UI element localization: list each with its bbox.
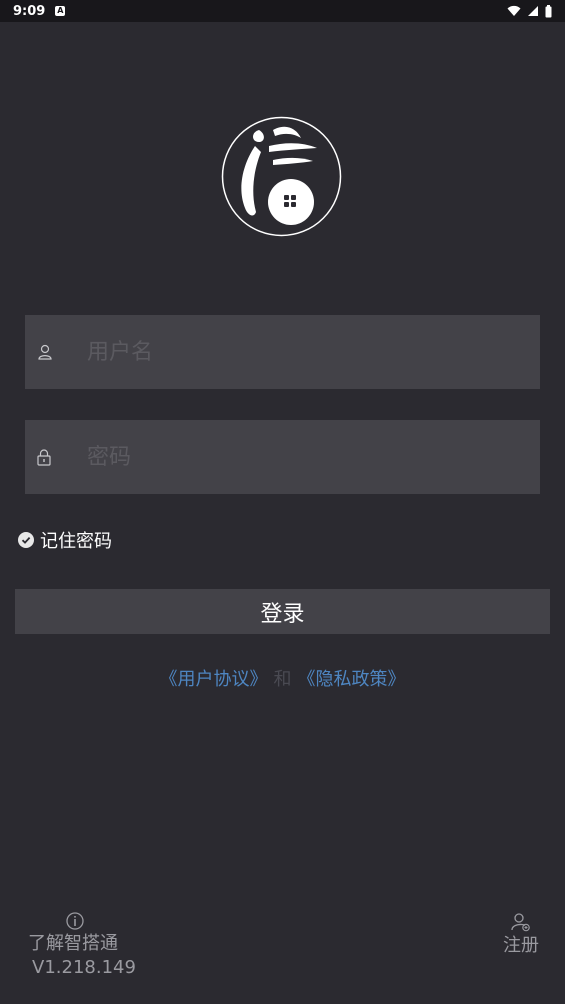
status-time: 9:09: [13, 3, 46, 19]
wifi-icon: [507, 5, 521, 16]
app-version: V1.218.149: [32, 957, 136, 978]
user-agreement-link[interactable]: 《用户协议》: [160, 669, 268, 690]
user-icon-wrap: [37, 344, 77, 360]
check-circle-icon[interactable]: [18, 532, 34, 548]
status-icons: [507, 4, 552, 18]
remember-password-checkbox[interactable]: 记住密码: [18, 527, 112, 553]
status-bar: 9:09 A: [0, 0, 565, 22]
app-logo: [221, 116, 342, 237]
privacy-policy-link[interactable]: 《隐私政策》: [298, 669, 406, 690]
notification-icon: A: [55, 6, 66, 16]
username-input[interactable]: [77, 315, 540, 389]
about-app-label: 了解智搭通: [28, 933, 118, 954]
remember-password-label: 记住密码: [40, 531, 112, 552]
login-screen: 9:09 A 用户名 记住密码 登录 《用户协议》 和 《隐私政策》 了解智搭通…: [0, 0, 565, 1004]
username-field[interactable]: [25, 315, 540, 389]
info-icon: [66, 912, 84, 930]
signal-icon: [528, 6, 538, 16]
add-user-icon: [511, 913, 530, 932]
register-label: 注册: [503, 935, 539, 956]
password-input[interactable]: [77, 420, 540, 494]
register-button[interactable]: 注册: [499, 912, 543, 958]
about-app-button[interactable]: 了解智搭通 V1.218.149: [28, 912, 138, 980]
login-button[interactable]: 登录: [15, 589, 550, 634]
battery-icon: [545, 4, 552, 17]
user-icon: [38, 344, 52, 360]
lock-icon: [37, 448, 51, 466]
lock-icon-wrap: [37, 448, 77, 466]
agreement-and-text: 和: [273, 669, 292, 690]
password-field[interactable]: [25, 420, 540, 494]
agreement-text: 《用户协议》和《隐私政策》: [0, 667, 565, 693]
app-logo-icon: [221, 116, 342, 237]
